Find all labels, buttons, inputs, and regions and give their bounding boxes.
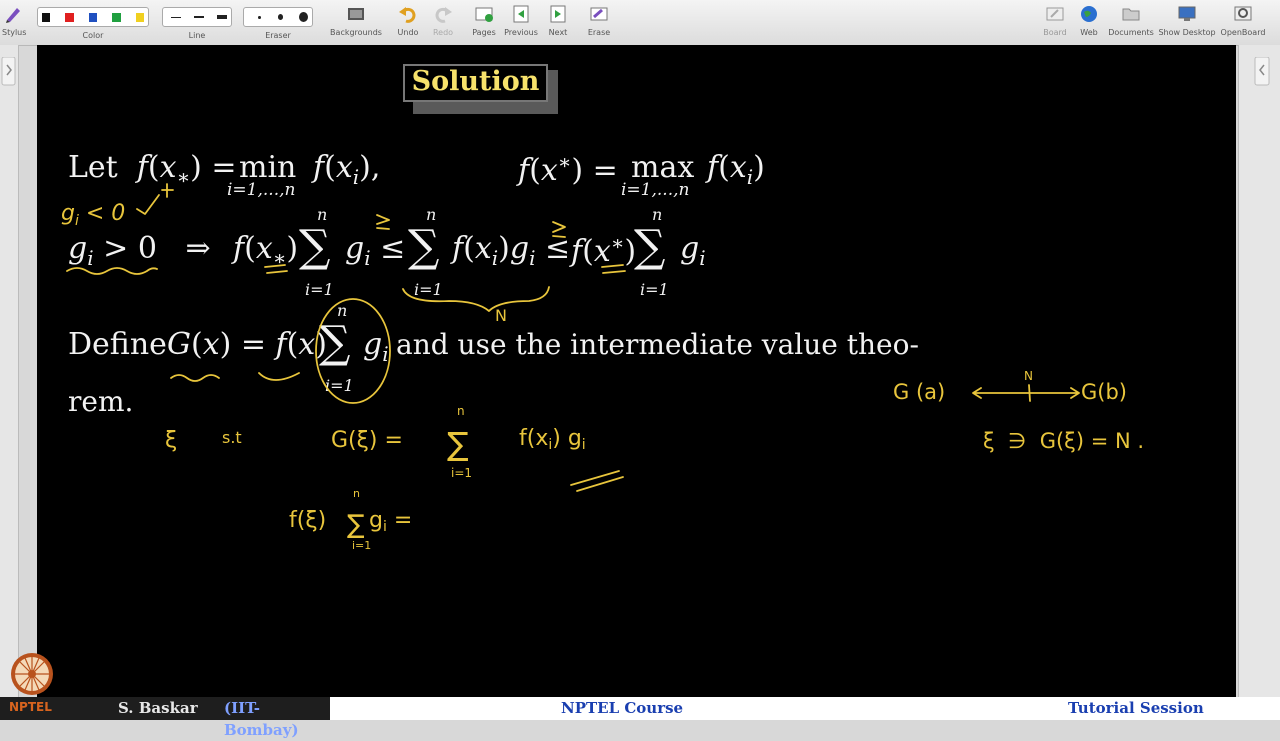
stylus-icon [6, 8, 20, 23]
color-swatch-blue[interactable] [88, 12, 98, 22]
color-palette [37, 7, 149, 27]
svg-text:s.t: s.t [222, 428, 242, 447]
line-width-group [162, 7, 232, 27]
eraser-medium-button[interactable] [277, 14, 284, 20]
backgrounds-icon [348, 8, 364, 20]
color-swatch-black[interactable] [42, 12, 51, 22]
footer-affiliation: (IIT-Bombay) [224, 699, 299, 739]
footer-course-segment: NPTEL Course [330, 697, 836, 720]
show-desktop-button[interactable]: Show Desktop [1158, 3, 1216, 37]
svg-text:f(xi) gi: f(xi) gi [519, 426, 586, 453]
openboard-button[interactable]: OpenBoard [1218, 3, 1268, 37]
footer-author: S. Baskar [118, 699, 198, 717]
expand-left-panel-icon[interactable] [0, 57, 18, 97]
svg-text:N: N [495, 306, 507, 325]
svg-text:∑: ∑ [447, 425, 469, 463]
board-button[interactable]: Board [1042, 3, 1068, 37]
next-button[interactable]: Next [545, 3, 571, 37]
eraser-small-button[interactable] [258, 15, 261, 19]
svg-text:f(ξ): f(ξ) [289, 508, 326, 533]
line-thin-button[interactable] [171, 16, 181, 18]
erase-button[interactable]: Erase [587, 3, 611, 37]
redo-button[interactable]: Redo [431, 3, 455, 37]
nptel-logo: NPTEL [4, 648, 60, 718]
erase-icon [590, 7, 608, 21]
svg-text:G(b): G(b) [1081, 380, 1127, 404]
svg-text:N: N [1024, 369, 1033, 383]
globe-icon [1081, 6, 1097, 22]
svg-text:n: n [353, 487, 360, 500]
right-library-panel [1238, 45, 1280, 700]
next-page-icon [550, 5, 566, 23]
pages-icon [475, 7, 493, 22]
eraser-size-group [243, 7, 313, 27]
nptel-logo-text: NPTEL [9, 700, 52, 714]
color-label: Color [82, 31, 104, 40]
board-icon [1046, 7, 1064, 21]
footer-session-segment: Tutorial Session [836, 697, 1280, 720]
left-pages-panel [0, 45, 19, 700]
stylus-tool[interactable]: Stylus [2, 3, 26, 37]
svg-text:n: n [457, 404, 465, 418]
redo-icon [435, 7, 452, 23]
web-button[interactable]: Web [1077, 3, 1101, 37]
color-swatch-yellow[interactable] [135, 12, 145, 22]
svg-text:ξ ∋ G(ξ) = N .: ξ ∋ G(ξ) = N . [983, 429, 1144, 453]
eraser-label: Eraser [265, 31, 291, 40]
line-thick-button[interactable] [217, 15, 227, 19]
desktop-icon [1178, 6, 1196, 21]
svg-text:gi < 0: gi < 0 [61, 201, 125, 229]
documents-button[interactable]: Documents [1108, 3, 1154, 37]
color-swatch-green[interactable] [112, 12, 121, 22]
footer-session: Tutorial Session [1068, 699, 1204, 717]
eraser-large-button[interactable] [299, 12, 309, 22]
line-medium-button[interactable] [194, 16, 204, 18]
svg-text:i=1: i=1 [352, 539, 371, 552]
svg-text:G (a): G (a) [893, 380, 945, 404]
color-swatch-red[interactable] [65, 12, 74, 22]
backgrounds-button[interactable]: Backgrounds [330, 3, 382, 37]
expand-right-panel-icon[interactable] [1253, 57, 1275, 97]
handwritten-annotations: gi < 0 N ξ s.t G(ξ) = ∑ n i=1 f(xi) gi f… [61, 183, 1144, 552]
folder-icon [1122, 8, 1140, 21]
undo-icon [399, 7, 416, 23]
footer-course: NPTEL Course [561, 699, 684, 717]
svg-text:i=1: i=1 [451, 466, 472, 480]
nptel-wheel-icon [11, 653, 53, 695]
svg-text:gi =: gi = [369, 508, 412, 535]
toolbar: Stylus Color Line Eraser Backgrounds Und… [0, 0, 1280, 46]
svg-text:G(ξ) =: G(ξ) = [331, 428, 403, 453]
footer-bar: S. Baskar (IIT-Bombay) NPTEL Course Tuto… [0, 697, 1280, 739]
pages-button[interactable]: Pages [471, 3, 497, 37]
whiteboard-canvas[interactable]: Solution Let f(x∗) = min i=1,...,n f(xi)… [37, 45, 1236, 697]
line-label: Line [188, 31, 206, 40]
undo-button[interactable]: Undo [396, 3, 420, 37]
previous-button[interactable]: Previous [504, 3, 538, 37]
svg-text:∑: ∑ [347, 510, 365, 540]
previous-page-icon [513, 5, 529, 23]
svg-text:ξ: ξ [165, 428, 177, 453]
gear-icon [1234, 6, 1252, 21]
